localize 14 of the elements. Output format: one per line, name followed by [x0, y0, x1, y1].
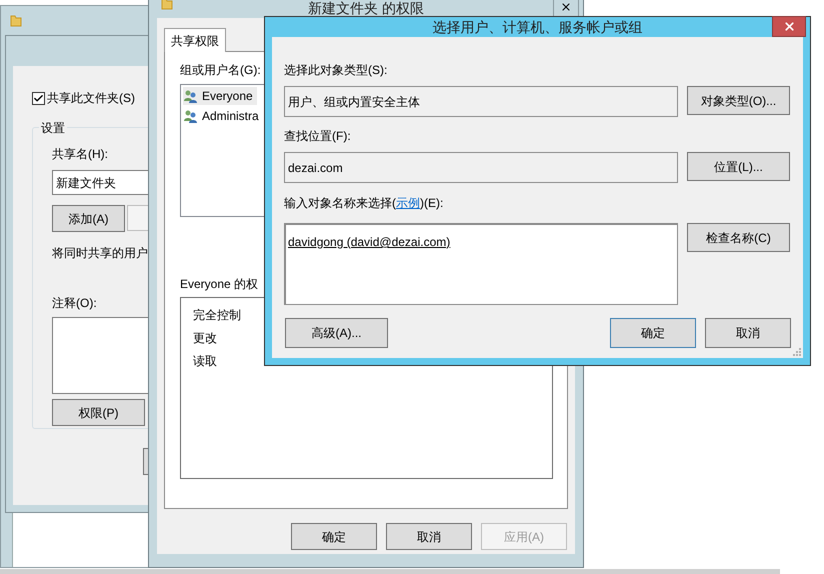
- field-label: 组或用户名(G):: [180, 62, 261, 78]
- field-label: 注释(O):: [52, 295, 97, 312]
- field-label: 输入对象名称来选择(示例)(E):: [284, 195, 444, 211]
- checkbox-label: 共享此文件夹(S): [47, 90, 135, 107]
- users-note: 将同时共享的用户: [52, 245, 148, 262]
- field-label: 共享名(H):: [52, 146, 108, 162]
- field-label: 查找位置(F):: [284, 128, 351, 144]
- field-label: 选择此对象类型(S):: [284, 62, 388, 78]
- window-title: 新建文件夹 的权限: [308, 0, 424, 18]
- permission-name: 更改: [193, 330, 217, 347]
- permission-name: 完全控制: [193, 307, 241, 324]
- permissions-label: Everyone 的权: [180, 276, 258, 293]
- dialog-title: 选择用户、计算机、服务帐户或组: [432, 18, 642, 37]
- permission-name: 读取: [193, 353, 217, 370]
